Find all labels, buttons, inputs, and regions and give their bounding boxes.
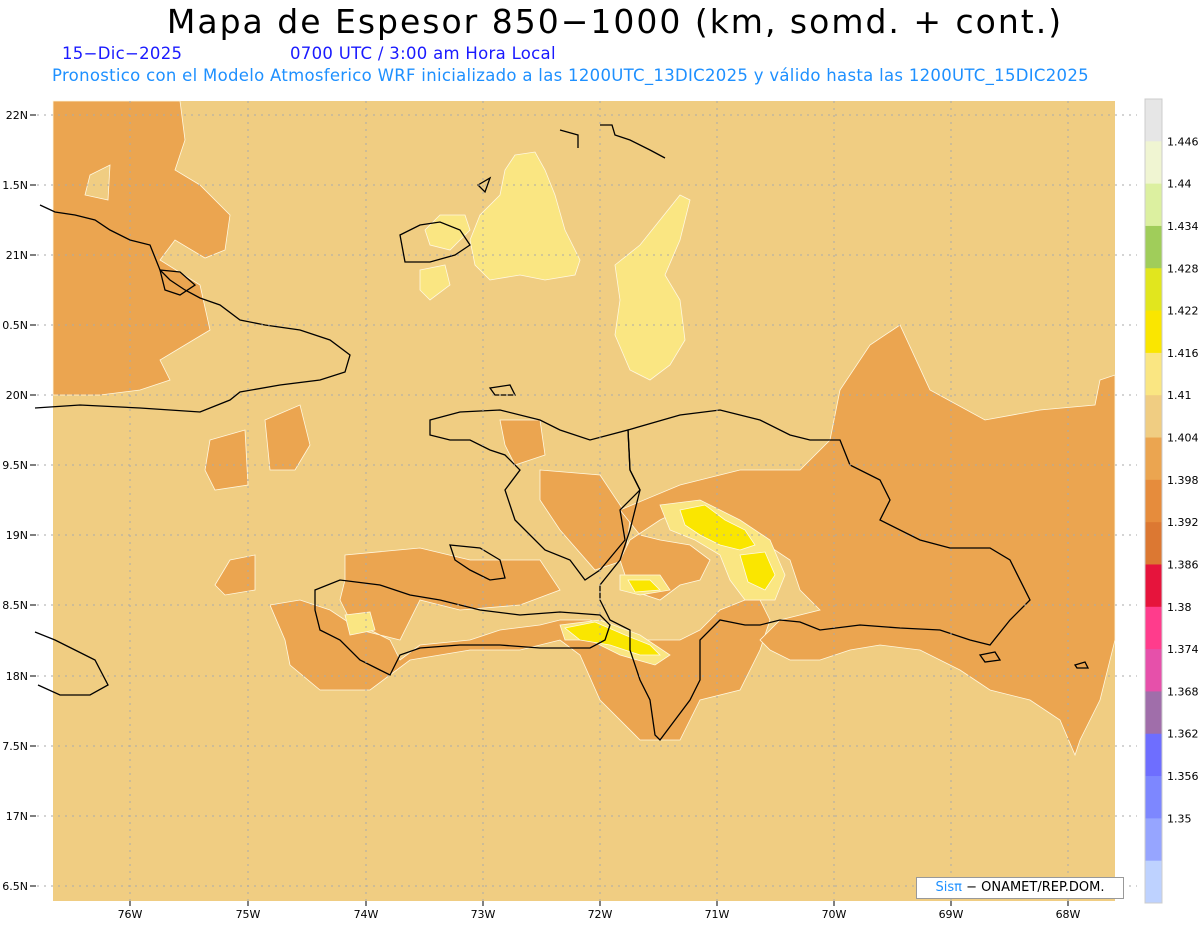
lat-label: 8.5N	[2, 599, 28, 612]
colorbar-swatch	[1145, 225, 1162, 269]
lat-label: 0.5N	[2, 319, 28, 332]
colorbar-label: 1.404	[1167, 432, 1199, 445]
credit-box: Sisπ − ONAMET/REP.DOM.	[916, 877, 1124, 899]
colorbar-label: 1.398	[1167, 474, 1199, 487]
colorbar-swatch	[1145, 691, 1162, 735]
lat-label: 22N	[6, 109, 28, 122]
colorbar-swatch	[1145, 395, 1162, 439]
colorbar-swatch	[1145, 352, 1162, 396]
lat-label: 20N	[6, 389, 28, 402]
credit-logo: Sisπ	[935, 880, 962, 895]
colorbar	[1144, 98, 1163, 904]
colorbar-swatch	[1145, 268, 1162, 312]
colorbar-label: 1.368	[1167, 685, 1199, 698]
colorbar-swatch	[1145, 437, 1162, 481]
colorbar-swatch	[1145, 733, 1162, 777]
colorbar-swatch	[1145, 564, 1162, 608]
colorbar-swatch	[1145, 776, 1162, 819]
colorbar-swatch	[1145, 479, 1162, 523]
lat-label: 18N	[6, 670, 28, 683]
lat-label: 1.5N	[2, 179, 28, 192]
colorbar-label: 1.356	[1167, 770, 1199, 783]
lat-label: 6.5N	[2, 880, 28, 893]
colorbar-swatch	[1145, 310, 1162, 354]
lat-label: 19N	[6, 529, 28, 542]
colorbar-label: 1.428	[1167, 262, 1199, 275]
latitude-labels: 22N 1.5N 21N 0.5N 20N 9.5N 19N 8.5N 18N …	[2, 109, 28, 893]
lon-label: 73W	[471, 908, 496, 921]
colorbar-labels: 1.446 1.44 1.434 1.428 1.422 1.416 1.41 1.404 1.…	[1167, 135, 1199, 825]
lat-label: 9.5N	[2, 459, 28, 472]
colorbar-swatch	[1145, 860, 1162, 904]
colorbar-swatch	[1145, 606, 1162, 650]
lon-label: 75W	[236, 908, 261, 921]
lat-label: 7.5N	[2, 740, 28, 753]
colorbar-swatch	[1145, 183, 1162, 227]
lon-label: 74W	[354, 908, 379, 921]
colorbar-label: 1.362	[1167, 728, 1199, 741]
colorbar-label: 1.41	[1167, 389, 1192, 402]
longitude-labels: 76W 75W 74W 73W 72W 71W 70W 69W 68W	[118, 908, 1081, 921]
colorbar-label: 1.446	[1167, 135, 1199, 148]
lon-label: 70W	[822, 908, 847, 921]
map-figure: 22N 1.5N 21N 0.5N 20N 9.5N 19N 8.5N 18N …	[2, 98, 1199, 921]
colorbar-swatch	[1145, 522, 1162, 565]
colorbar-label: 1.374	[1167, 643, 1199, 656]
colorbar-label: 1.35	[1167, 812, 1192, 825]
lon-label: 69W	[939, 908, 964, 921]
lat-label: 21N	[6, 249, 28, 262]
colorbar-swatch	[1145, 818, 1162, 862]
colorbar-label: 1.434	[1167, 220, 1199, 233]
colorbar-swatch	[1145, 99, 1162, 142]
colorbar-label: 1.386	[1167, 558, 1199, 571]
colorbar-label: 1.392	[1167, 516, 1199, 529]
colorbar-swatch	[1145, 649, 1162, 692]
lat-label: 17N	[6, 810, 28, 823]
colorbar-label: 1.422	[1167, 305, 1199, 318]
lon-label: 71W	[705, 908, 730, 921]
credit-text: − ONAMET/REP.DOM.	[966, 880, 1105, 895]
colorbar-label: 1.416	[1167, 347, 1199, 360]
lon-label: 72W	[588, 908, 613, 921]
colorbar-swatch	[1145, 141, 1162, 185]
lon-label: 76W	[118, 908, 143, 921]
colorbar-label: 1.44	[1167, 178, 1192, 191]
colorbar-label: 1.38	[1167, 601, 1192, 614]
lon-label: 68W	[1056, 908, 1081, 921]
